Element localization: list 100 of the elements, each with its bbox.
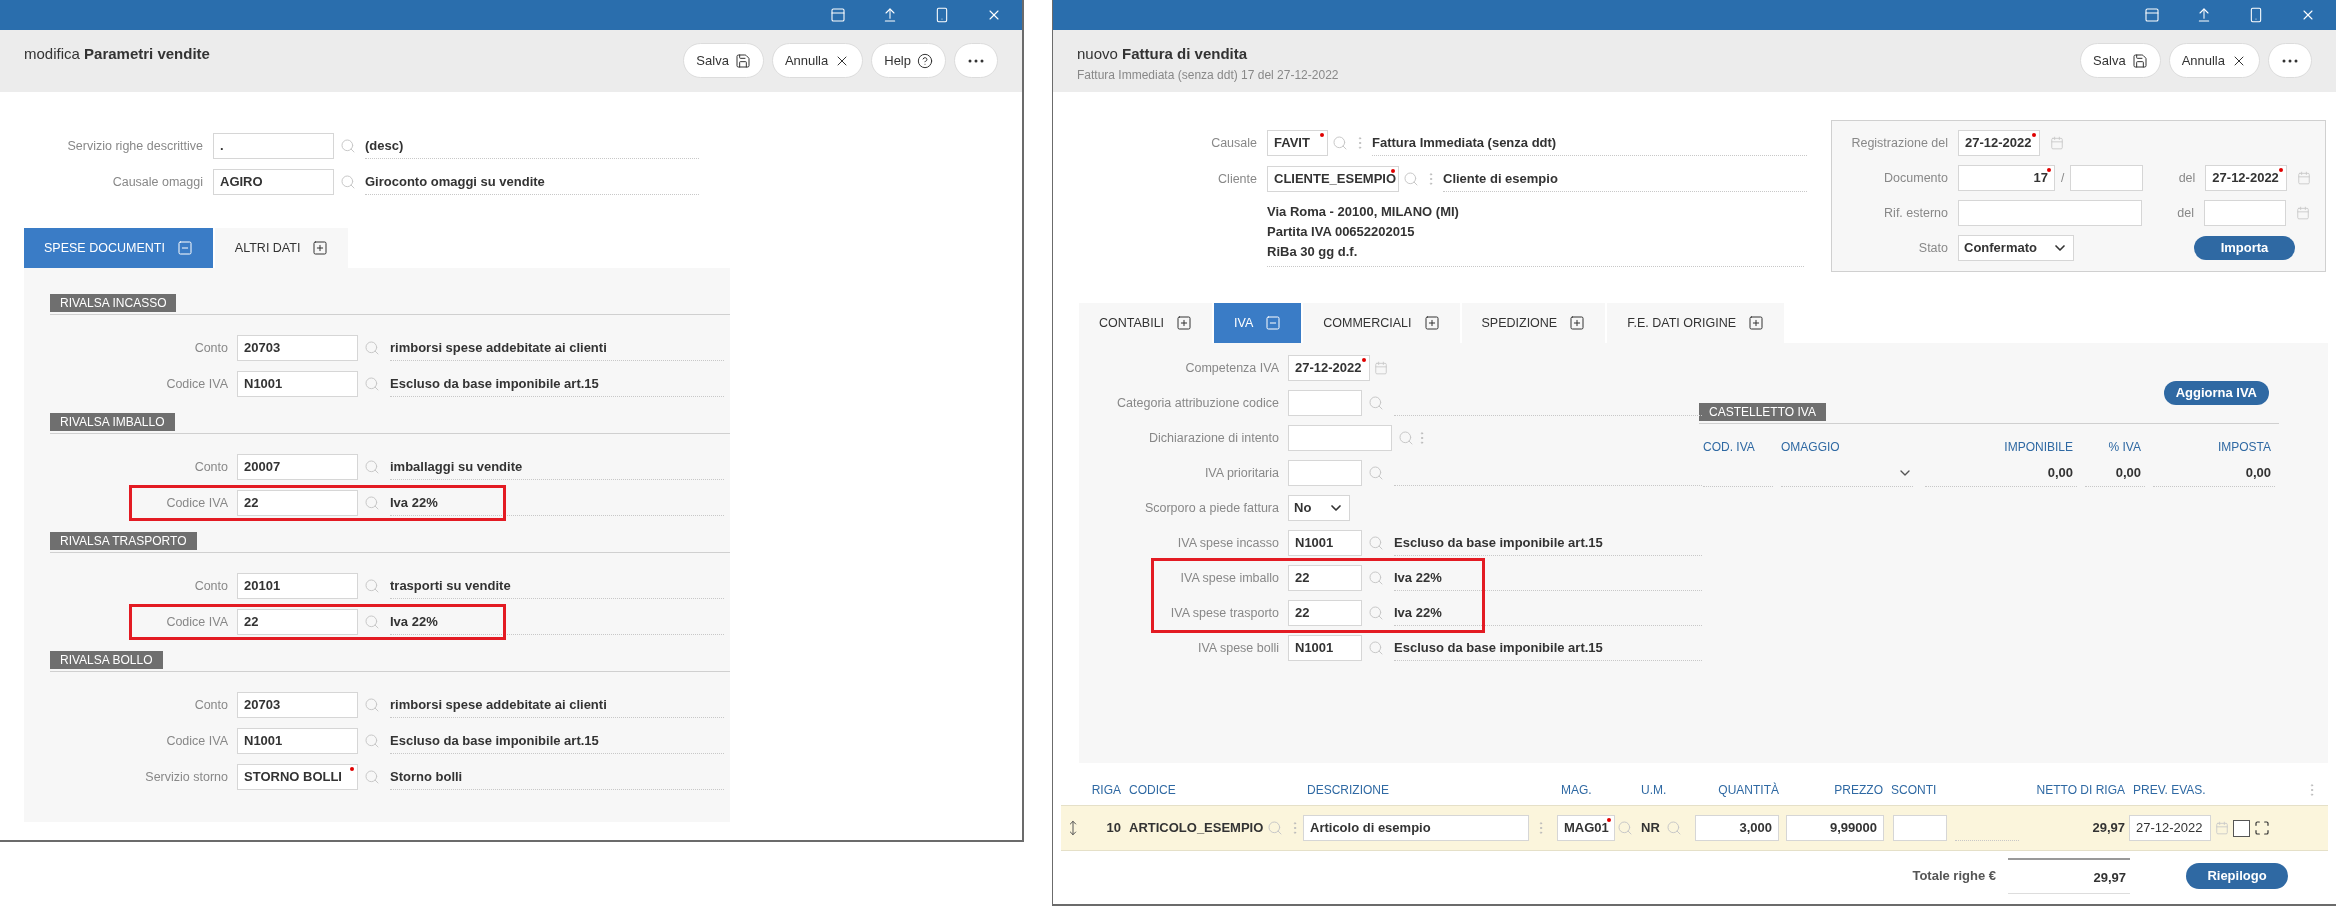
input-field[interactable]: 20007 bbox=[237, 454, 358, 480]
update-vat-button[interactable]: Aggiorna IVA bbox=[2163, 381, 2269, 405]
input-field[interactable]: 9,99000 bbox=[1786, 815, 1884, 841]
input-field[interactable]: 27-12-2022 bbox=[1288, 355, 1370, 381]
tab[interactable]: COMMERCIALI bbox=[1303, 303, 1460, 343]
input-field[interactable]: N1001 bbox=[237, 371, 358, 397]
upload-icon[interactable] bbox=[2196, 7, 2212, 23]
search-icon[interactable] bbox=[1332, 135, 1348, 151]
input-field[interactable]: N1001 bbox=[237, 728, 358, 754]
input-field[interactable]: Articolo di esempio bbox=[1303, 815, 1529, 841]
input-field[interactable]: . bbox=[213, 133, 334, 159]
calendar-icon[interactable] bbox=[2296, 206, 2310, 220]
input-field[interactable]: 22 bbox=[1288, 600, 1362, 626]
calendar-icon[interactable] bbox=[2215, 821, 2229, 835]
input-field[interactable]: MAG01 bbox=[1557, 815, 1615, 841]
search-icon[interactable] bbox=[364, 578, 380, 594]
input-field[interactable]: 27-12-2022 bbox=[2129, 815, 2211, 841]
restore-window-icon[interactable] bbox=[830, 7, 846, 23]
input-field[interactable]: STORNO BOLLI bbox=[237, 764, 358, 790]
input-field[interactable]: AGIRO bbox=[213, 169, 334, 195]
cancel-button[interactable]: Annulla bbox=[2168, 43, 2260, 78]
save-button[interactable]: Salva bbox=[2080, 43, 2161, 78]
search-icon[interactable] bbox=[364, 614, 380, 630]
tab[interactable]: F.E. DATI ORIGINE bbox=[1607, 303, 1785, 343]
upload-icon[interactable] bbox=[882, 7, 898, 23]
calendar-icon[interactable] bbox=[1374, 361, 1388, 375]
field-label: Codice IVA bbox=[165, 613, 228, 631]
phone-icon[interactable] bbox=[2248, 7, 2264, 23]
search-icon[interactable] bbox=[1368, 605, 1384, 621]
more-button[interactable] bbox=[2268, 43, 2312, 78]
expand-icon bbox=[1176, 315, 1193, 331]
search-icon[interactable] bbox=[364, 340, 380, 356]
input-field[interactable] bbox=[1893, 815, 1947, 841]
column-header: DESCRIZIONE bbox=[1306, 782, 1390, 799]
input-field[interactable]: 20703 bbox=[237, 335, 358, 361]
tab[interactable]: IVA bbox=[1214, 303, 1302, 343]
search-icon[interactable] bbox=[1368, 570, 1384, 586]
input-field[interactable]: 22 bbox=[237, 490, 358, 516]
input-field[interactable]: 3,000 bbox=[1695, 815, 1779, 841]
tab[interactable]: SPEDIZIONE bbox=[1461, 303, 1606, 343]
field-label: Conto bbox=[193, 696, 228, 714]
input-field[interactable]: 27-12-2022 bbox=[1958, 130, 2040, 156]
field-description: Escluso da base imponibile art.15 bbox=[390, 731, 599, 750]
search-icon[interactable] bbox=[1665, 820, 1682, 836]
input-field[interactable]: N1001 bbox=[1288, 635, 1362, 661]
table-cell-text: ARTICOLO_ESEMPIO bbox=[1129, 819, 1264, 838]
calendar-icon[interactable] bbox=[2297, 171, 2312, 185]
save-icon bbox=[2131, 52, 2148, 69]
field-description: rimborsi spese addebitate ai clienti bbox=[390, 695, 607, 714]
select-field[interactable]: No bbox=[1288, 495, 1350, 521]
input-field[interactable]: 20101 bbox=[237, 573, 358, 599]
tab[interactable]: CONTABILI bbox=[1079, 303, 1213, 343]
restore-window-icon[interactable] bbox=[2144, 7, 2160, 23]
search-icon[interactable] bbox=[364, 769, 380, 785]
input-field[interactable]: FAVIT bbox=[1267, 130, 1328, 156]
search-icon[interactable] bbox=[340, 174, 356, 190]
input-field[interactable]: N1001 bbox=[1288, 530, 1362, 556]
tab[interactable]: SPESE DOCUMENTI bbox=[24, 228, 213, 268]
search-icon[interactable] bbox=[364, 459, 380, 475]
search-icon[interactable] bbox=[1398, 430, 1414, 446]
input-field[interactable]: 20703 bbox=[237, 692, 358, 718]
select-field[interactable]: Confermato bbox=[1958, 235, 2074, 261]
summary-button[interactable]: Riepilogo bbox=[2186, 863, 2288, 889]
search-icon[interactable] bbox=[364, 376, 380, 392]
input-field[interactable]: CLIENTE_ESEMPIO bbox=[1267, 166, 1399, 192]
search-icon[interactable] bbox=[340, 138, 356, 154]
field-label: Rif. esterno bbox=[1883, 204, 1948, 222]
expand-icon[interactable] bbox=[2254, 820, 2270, 836]
input-field[interactable] bbox=[1958, 200, 2142, 226]
search-icon[interactable] bbox=[1368, 640, 1384, 656]
save-button[interactable]: Salva bbox=[683, 43, 764, 78]
tab[interactable]: ALTRI DATI bbox=[214, 228, 349, 268]
input-field[interactable] bbox=[1288, 390, 1362, 416]
input-field[interactable]: 17 bbox=[1958, 165, 2055, 191]
search-icon[interactable] bbox=[364, 495, 380, 511]
search-icon[interactable] bbox=[1368, 465, 1384, 481]
table-cell-text: NR bbox=[1641, 819, 1660, 838]
help-button[interactable]: Help bbox=[871, 43, 946, 78]
more-button[interactable] bbox=[954, 43, 998, 78]
input-field[interactable]: 27-12-2022 bbox=[2205, 165, 2288, 191]
input-field[interactable] bbox=[2070, 165, 2144, 191]
search-icon[interactable] bbox=[1267, 820, 1284, 836]
search-icon[interactable] bbox=[364, 733, 380, 749]
search-icon[interactable] bbox=[1403, 171, 1419, 187]
input-field[interactable]: 22 bbox=[1288, 565, 1362, 591]
import-button[interactable]: Importa bbox=[2194, 236, 2295, 260]
calendar-icon[interactable] bbox=[2050, 136, 2064, 150]
cancel-button[interactable]: Annulla bbox=[771, 43, 864, 78]
input-field[interactable] bbox=[1288, 425, 1392, 451]
search-icon[interactable] bbox=[1617, 820, 1633, 836]
field-label: Conto bbox=[193, 458, 228, 476]
search-icon[interactable] bbox=[364, 697, 380, 713]
input-field[interactable] bbox=[2204, 200, 2286, 226]
phone-icon[interactable] bbox=[934, 7, 950, 23]
search-icon[interactable] bbox=[1368, 395, 1384, 411]
checkbox[interactable] bbox=[2233, 819, 2250, 837]
search-icon[interactable] bbox=[1368, 535, 1384, 551]
input-field[interactable]: 22 bbox=[237, 609, 358, 635]
field-description: Iva 22% bbox=[390, 493, 438, 512]
input-field[interactable] bbox=[1288, 460, 1362, 486]
